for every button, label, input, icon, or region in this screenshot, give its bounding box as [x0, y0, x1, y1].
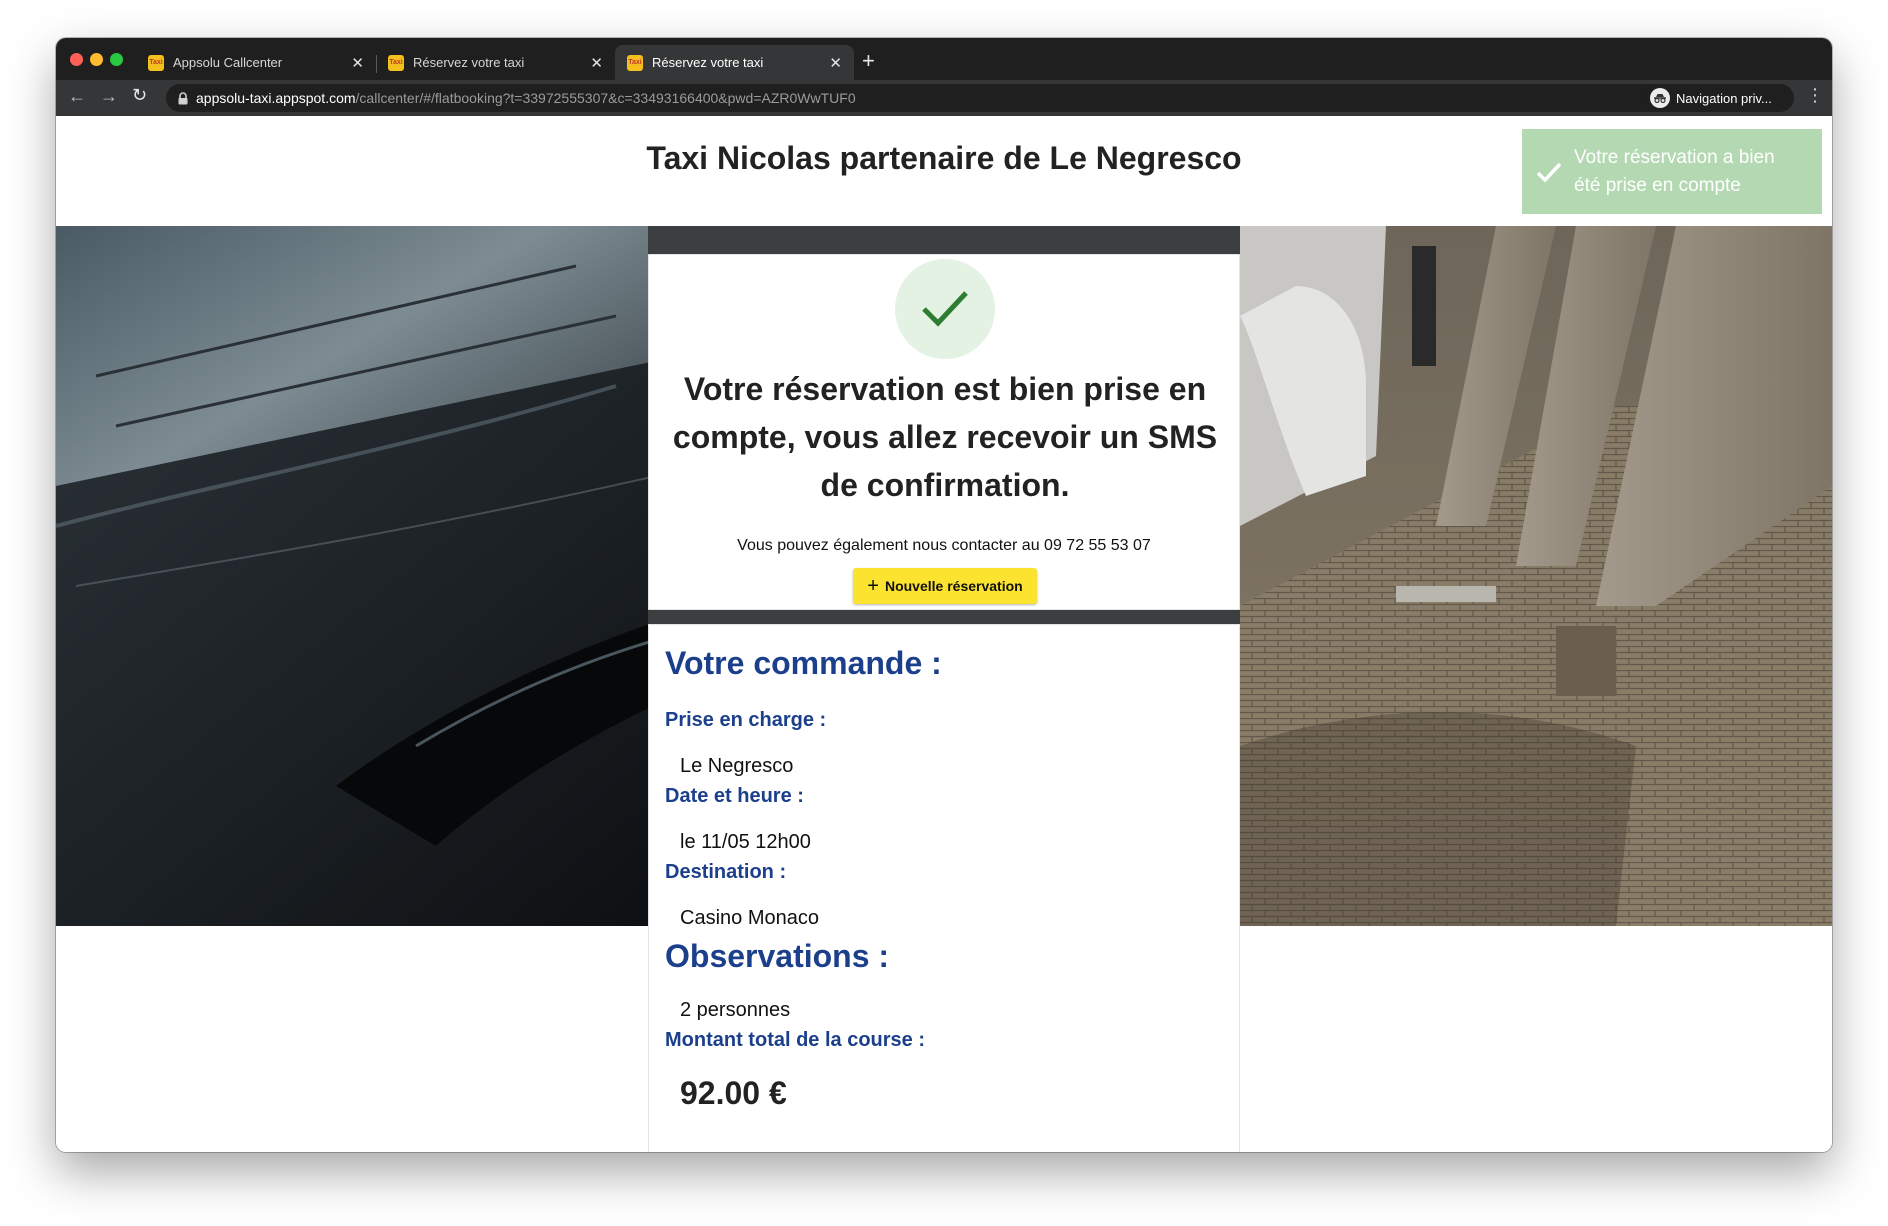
total-label: Montant total de la course :	[665, 1029, 926, 1051]
page-content: Taxi Nicolas partenaire de Le Negresco V…	[56, 116, 1832, 1152]
url-host: appsolu-taxi.appspot.com	[196, 90, 356, 106]
success-check-icon	[895, 259, 995, 359]
reload-icon[interactable]: ↻	[132, 85, 147, 106]
tab-reservez-votre-taxi-active[interactable]: Taxi Réservez votre taxi ✕	[615, 45, 854, 80]
contact-prefix: Vous pouvez également nous contacter au	[737, 537, 1045, 554]
observations-value: 2 personnes	[680, 999, 791, 1021]
incognito-icon	[1650, 88, 1670, 108]
taxi-favicon-icon: Taxi	[388, 54, 404, 71]
destination-label: Destination :	[665, 861, 787, 883]
datetime-value: le 11/05 12h00	[680, 831, 811, 853]
close-window-button[interactable]	[70, 53, 83, 66]
browser-window: Taxi Appsolu Callcenter ✕ Taxi Réservez …	[56, 38, 1832, 1152]
back-arrow-icon[interactable]: ←	[68, 86, 86, 107]
toast-message: Votre réservation a bien été prise en co…	[1574, 146, 1775, 196]
new-booking-button[interactable]: + Nouvelle réservation	[853, 568, 1037, 604]
order-summary-card: Votre commande : Prise en charge : Le Ne…	[648, 624, 1240, 1152]
confirmation-message: Votre réservation est bien prise en comp…	[672, 371, 1218, 503]
check-icon	[1536, 161, 1562, 183]
total-price: 92.00 €	[680, 1075, 787, 1111]
pickup-label: Prise en charge :	[665, 709, 827, 731]
tab-reservez-votre-taxi[interactable]: Taxi Réservez votre taxi ✕	[376, 45, 615, 80]
observations-heading: Observations :	[665, 938, 890, 974]
destination-value: Casino Monaco	[680, 907, 819, 929]
new-booking-label: Nouvelle réservation	[884, 578, 1023, 594]
tab-bar: Taxi Appsolu Callcenter ✕ Taxi Réservez …	[56, 38, 1832, 80]
tab-title: Réservez votre taxi	[413, 55, 525, 70]
taxi-favicon-icon: Taxi	[148, 54, 164, 71]
datetime-label: Date et heure :	[665, 785, 804, 807]
confirmation-card: Votre réservation est bien prise en comp…	[648, 254, 1240, 610]
tab-appsolu-callcenter[interactable]: Taxi Appsolu Callcenter ✕	[136, 45, 376, 80]
url-path: /callcenter/#/flatbooking?t=33972555307&…	[355, 90, 856, 106]
minimize-window-button[interactable]	[90, 53, 103, 66]
browser-toolbar: ← → ↻ appsolu-taxi.appspot.com/callcente…	[56, 80, 1832, 116]
private-browsing-profile-button[interactable]: Navigation priv...	[1646, 84, 1794, 112]
taxi-favicon-icon: Taxi	[627, 54, 643, 71]
contact-line: Vous pouvez également nous contacter au …	[649, 537, 1239, 555]
address-bar[interactable]: appsolu-taxi.appspot.com/callcenter/#/fl…	[166, 84, 1678, 112]
zoom-window-button[interactable]	[110, 53, 123, 66]
new-tab-button[interactable]: +	[862, 48, 875, 74]
tab-title: Appsolu Callcenter	[173, 55, 283, 70]
close-tab-icon[interactable]: ✕	[351, 54, 364, 72]
plus-icon: +	[867, 574, 879, 597]
more-menu-icon[interactable]: ⋮	[1806, 85, 1824, 106]
success-toast[interactable]: Votre réservation a bien été prise en co…	[1522, 129, 1822, 214]
tab-title: Réservez votre taxi	[652, 55, 764, 70]
order-heading: Votre commande :	[665, 645, 942, 681]
contact-phone[interactable]: 09 72 55 53 07	[1044, 537, 1151, 554]
lock-icon	[178, 91, 188, 105]
profile-label: Navigation priv...	[1676, 90, 1772, 106]
pickup-value: Le Negresco	[680, 755, 794, 777]
close-tab-icon[interactable]: ✕	[590, 54, 603, 72]
close-tab-icon[interactable]: ✕	[829, 54, 842, 72]
forward-arrow-icon[interactable]: →	[100, 86, 118, 107]
